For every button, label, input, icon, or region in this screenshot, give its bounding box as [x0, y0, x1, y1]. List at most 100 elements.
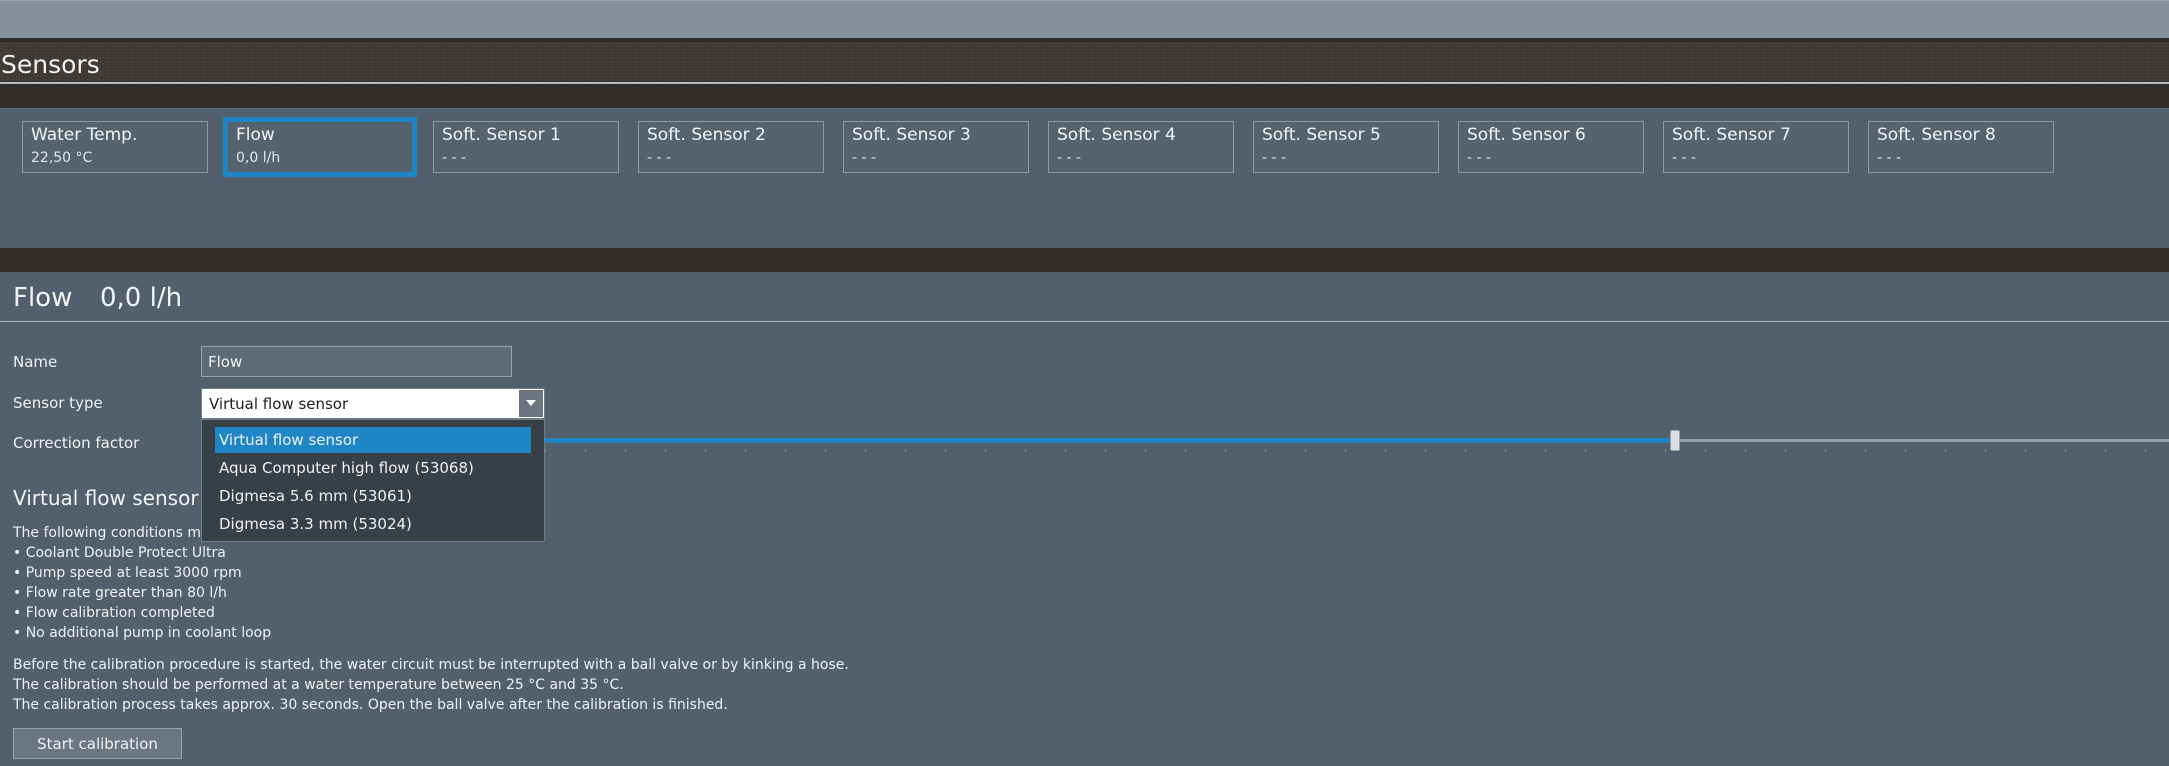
sensor-type-label: Sensor type — [13, 394, 103, 412]
slider-tick — [1385, 449, 1386, 452]
slider-tick — [1985, 449, 1986, 452]
slider-tick — [1025, 449, 1026, 452]
slider-tick — [1745, 449, 1746, 452]
correction-slider-thumb[interactable] — [1670, 430, 1680, 451]
separator — [0, 84, 2169, 108]
option-label: Digmesa 3.3 mm (53024) — [219, 515, 412, 533]
note-text: Before the calibration procedure is star… — [13, 657, 849, 673]
correction-slider-track[interactable] — [1675, 439, 2169, 442]
slider-tick — [1265, 449, 1266, 452]
slider-tick — [825, 449, 826, 452]
slider-tick — [2105, 449, 2106, 452]
sensor-tile-soft-sensor-5[interactable]: Soft. Sensor 5 - - - — [1253, 121, 1439, 173]
slider-tick — [785, 449, 786, 452]
condition-item: • Flow calibration completed — [13, 605, 215, 621]
tile-value: - - - — [1467, 150, 1492, 166]
tile-value: 0,0 l/h — [236, 150, 281, 166]
sensor-tile-soft-sensor-6[interactable]: Soft. Sensor 6 - - - — [1458, 121, 1644, 173]
tile-name: Soft. Sensor 2 — [647, 125, 766, 145]
tile-name: Water Temp. — [31, 125, 138, 145]
option-label: Aqua Computer high flow (53068) — [219, 459, 474, 477]
sensor-type-value: Virtual flow sensor — [209, 395, 349, 413]
option-label: Virtual flow sensor — [219, 431, 359, 449]
dropdown-option[interactable]: Digmesa 3.3 mm (53024) — [215, 511, 531, 537]
slider-tick — [705, 449, 706, 452]
sensor-tile-soft-sensor-8[interactable]: Soft. Sensor 8 - - - — [1868, 121, 2054, 173]
divider — [0, 321, 2169, 322]
tile-value: - - - — [1877, 150, 1902, 166]
tile-value: 22,50 °C — [31, 150, 93, 166]
sensor-tile-soft-sensor-2[interactable]: Soft. Sensor 2 - - - — [638, 121, 824, 173]
slider-tick — [1465, 449, 1466, 452]
condition-item: • Flow rate greater than 80 l/h — [13, 585, 227, 601]
page-title: Sensors — [1, 50, 100, 79]
dropdown-option[interactable]: Digmesa 5.6 mm (53061) — [215, 483, 531, 509]
tile-name: Soft. Sensor 4 — [1057, 125, 1176, 145]
chevron-down-icon[interactable] — [519, 390, 543, 417]
name-input[interactable] — [201, 346, 512, 377]
slider-tick — [1785, 449, 1786, 452]
correction-factor-label: Correction factor — [13, 434, 140, 452]
slider-tick — [1305, 449, 1306, 452]
slider-tick — [1825, 449, 1826, 452]
slider-tick — [1705, 449, 1706, 452]
slider-tick — [2025, 449, 2026, 452]
slider-tick — [1545, 449, 1546, 452]
section-title: Virtual flow sensor — [13, 486, 199, 510]
tile-value: - - - — [1672, 150, 1697, 166]
slider-tick — [1425, 449, 1426, 452]
slider-tick — [1865, 449, 1866, 452]
slider-ticks — [545, 449, 2169, 453]
slider-tick — [1905, 449, 1906, 452]
tile-value: - - - — [647, 150, 672, 166]
sensor-tile-soft-sensor-1[interactable]: Soft. Sensor 1 - - - — [433, 121, 619, 173]
sensor-tile-soft-sensor-7[interactable]: Soft. Sensor 7 - - - — [1663, 121, 1849, 173]
correction-slider-fill[interactable] — [545, 438, 1675, 443]
name-label: Name — [13, 353, 58, 371]
slider-tick — [865, 449, 866, 452]
slider-tick — [665, 449, 666, 452]
option-label: Digmesa 5.6 mm (53061) — [219, 487, 412, 505]
slider-tick — [1585, 449, 1586, 452]
slider-tick — [1945, 449, 1946, 452]
condition-item: • Pump speed at least 3000 rpm — [13, 565, 242, 581]
slider-tick — [1145, 449, 1146, 452]
slider-tick — [545, 449, 546, 452]
sensor-tile-soft-sensor-3[interactable]: Soft. Sensor 3 - - - — [843, 121, 1029, 173]
slider-tick — [905, 449, 906, 452]
condition-item: • Coolant Double Protect Ultra — [13, 545, 226, 561]
tile-value: - - - — [852, 150, 877, 166]
slider-tick — [1625, 449, 1626, 452]
sensor-tile-soft-sensor-4[interactable]: Soft. Sensor 4 - - - — [1048, 121, 1234, 173]
slider-tick — [625, 449, 626, 452]
detail-title: Flow — [13, 283, 73, 313]
conditions-intro: The following conditions mu — [13, 525, 210, 541]
tile-name: Soft. Sensor 6 — [1467, 125, 1586, 145]
separator — [0, 248, 2169, 272]
sensor-type-select[interactable]: Virtual flow sensor — [201, 388, 545, 419]
slider-tick — [2145, 449, 2146, 452]
slider-tick — [985, 449, 986, 452]
slider-tick — [1225, 449, 1226, 452]
dropdown-option[interactable]: Aqua Computer high flow (53068) — [215, 455, 531, 481]
tile-name: Soft. Sensor 3 — [852, 125, 971, 145]
slider-tick — [1505, 449, 1506, 452]
condition-item: • No additional pump in coolant loop — [13, 625, 272, 641]
slider-tick — [945, 449, 946, 452]
tile-name: Soft. Sensor 1 — [442, 125, 561, 145]
slider-tick — [1665, 449, 1666, 452]
dropdown-option[interactable]: Virtual flow sensor — [215, 427, 531, 453]
note-text: The calibration should be performed at a… — [13, 677, 624, 693]
tile-value: - - - — [442, 150, 467, 166]
sensor-tile-water-temp[interactable]: Water Temp. 22,50 °C — [22, 121, 208, 173]
window-top-bar — [0, 0, 2169, 39]
start-calibration-button[interactable]: Start calibration — [13, 728, 182, 759]
tile-name: Soft. Sensor 5 — [1262, 125, 1381, 145]
tile-value: - - - — [1057, 150, 1082, 166]
sensor-tile-flow[interactable]: Flow 0,0 l/h — [223, 117, 417, 177]
tile-value: - - - — [1262, 150, 1287, 166]
detail-value: 0,0 l/h — [100, 283, 183, 313]
header-band — [0, 42, 2169, 84]
slider-tick — [2065, 449, 2066, 452]
tile-name: Soft. Sensor 8 — [1877, 125, 1996, 145]
